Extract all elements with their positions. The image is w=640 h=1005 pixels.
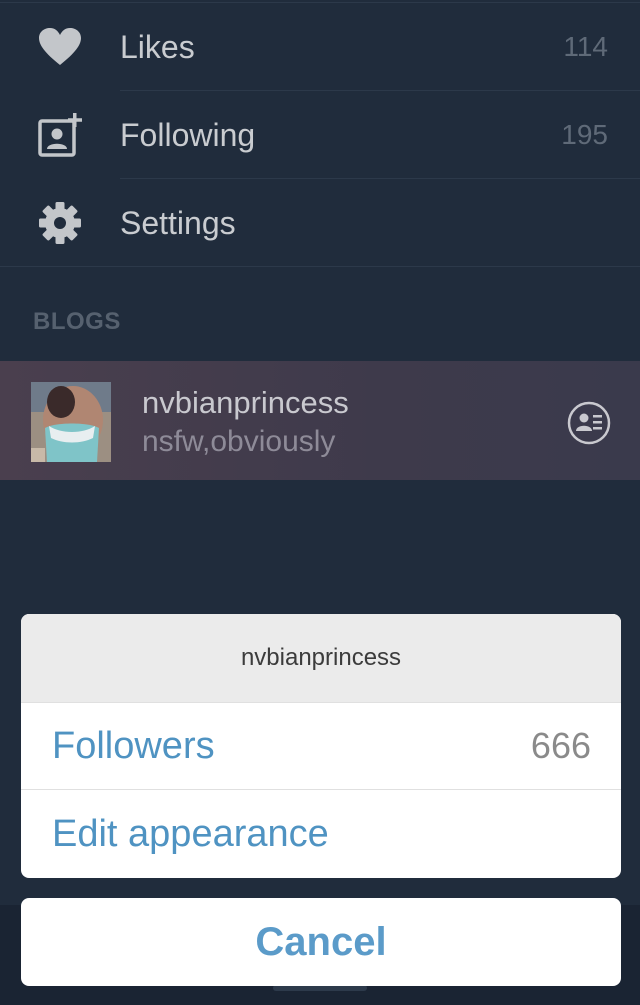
menu-item-following-label: Following <box>120 116 256 153</box>
menu-item-likes[interactable]: Likes 114 <box>0 3 640 91</box>
menu-item-settings[interactable]: Settings <box>0 179 640 267</box>
cancel-button[interactable]: Cancel <box>21 898 621 986</box>
blog-avatar <box>31 382 111 462</box>
action-sheet: nvbianprincess Followers 666 Edit appear… <box>21 614 621 878</box>
blog-item[interactable]: nvbianprincess nsfw,obviously <box>0 361 640 480</box>
edit-appearance-option[interactable]: Edit appearance <box>21 790 621 878</box>
profile-card-icon[interactable] <box>567 401 611 445</box>
menu-item-following[interactable]: Following 195 <box>0 91 640 179</box>
followers-option[interactable]: Followers 666 <box>21 702 621 790</box>
menu-item-settings-label: Settings <box>120 204 236 241</box>
blogs-section-header: BLOGS <box>33 308 121 335</box>
followers-count: 666 <box>530 725 591 766</box>
add-user-icon <box>37 112 83 158</box>
app-screen: Likes 114 Following 195 Settings BLOGS n… <box>0 0 640 1005</box>
action-sheet-title: nvbianprincess <box>21 614 621 702</box>
edit-appearance-option-label: Edit appearance <box>52 812 329 855</box>
followers-option-label: Followers <box>52 724 215 767</box>
menu-item-following-count: 195 <box>561 119 608 150</box>
gear-icon <box>37 200 83 246</box>
heart-icon <box>37 24 83 70</box>
blog-description: nsfw,obviously <box>142 425 336 458</box>
menu-item-likes-label: Likes <box>120 28 195 65</box>
menu-item-likes-count: 114 <box>563 31 608 62</box>
blog-name: nvbianprincess <box>142 385 349 420</box>
section-divider <box>0 266 640 267</box>
